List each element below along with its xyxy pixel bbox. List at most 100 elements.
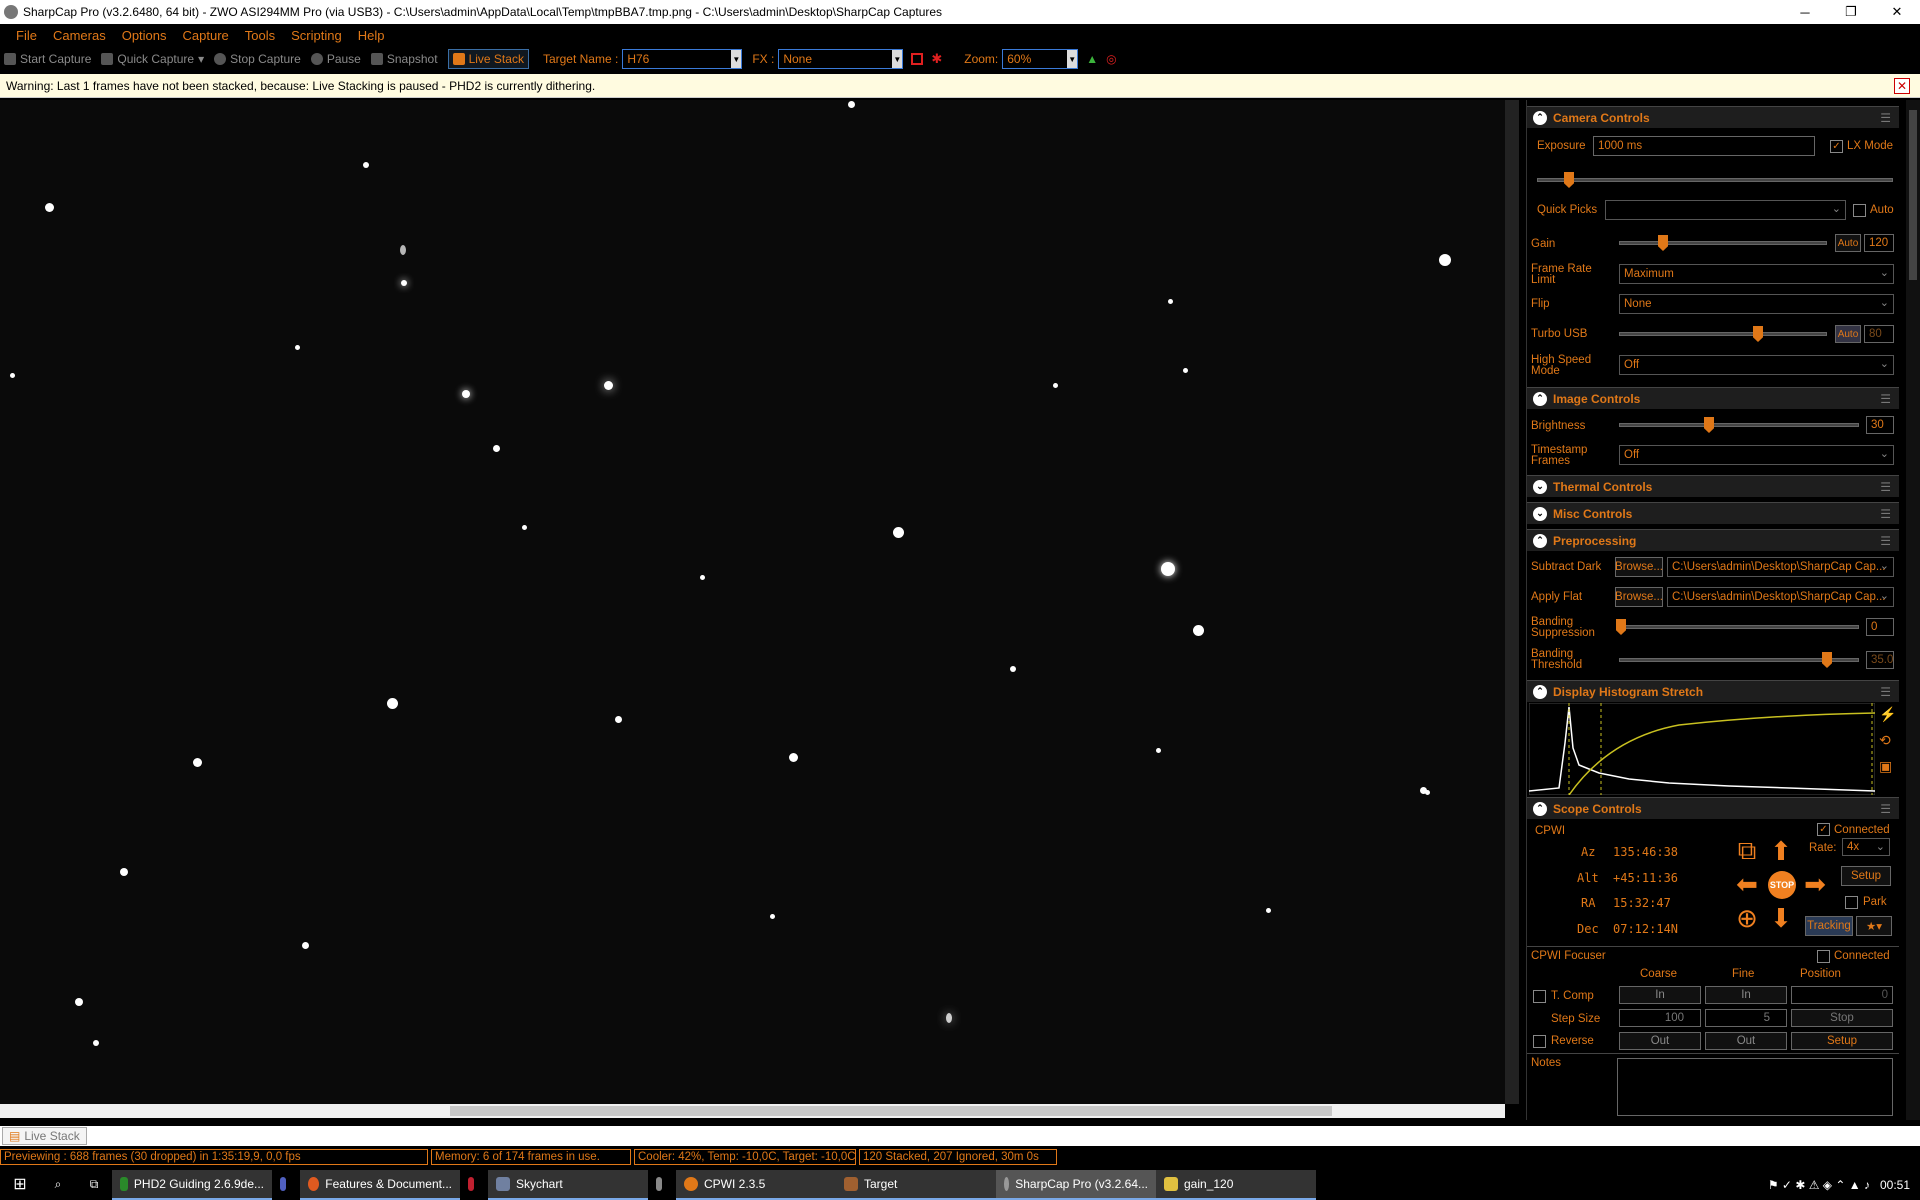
taskbar-skychart[interactable]: Skychart [488,1170,648,1200]
fx-select[interactable]: None ▼ [778,49,904,69]
park-checkbox[interactable] [1845,896,1858,909]
quick-capture-button[interactable]: Quick Capture ▾ [101,52,204,66]
quick-picks-select[interactable] [1605,200,1846,220]
turbo-auto-button[interactable]: Auto [1835,325,1861,343]
histogram-icon[interactable]: ▲ [1086,52,1098,66]
tcomp-checkbox[interactable] [1533,990,1546,1003]
restore-button[interactable]: ❐ [1828,0,1874,24]
arrow-up-icon[interactable]: ⬆ [1768,836,1794,866]
task-view-button[interactable]: ⧉ [76,1170,112,1200]
search-button[interactable]: ⌕ [40,1170,76,1200]
misc-controls-header[interactable]: ⌄ Misc Controls ☰ [1527,502,1899,524]
snapshot-button[interactable]: Snapshot [370,52,438,66]
start-button[interactable]: ⊞ [0,1170,40,1200]
slider-thumb[interactable] [1658,235,1668,251]
menu-scripting[interactable]: Scripting [291,28,342,43]
notes-textarea[interactable] [1617,1058,1893,1116]
cross-icon[interactable]: ✱ [931,51,942,67]
timestamp-frames-select[interactable]: Off [1619,445,1894,465]
reset-icon[interactable]: ⟲ [1879,732,1891,749]
start-capture-button[interactable]: Start Capture [4,52,91,66]
auto-stretch-icon[interactable]: ⚡ [1879,706,1896,723]
viewer-vertical-scrollbar[interactable] [1505,100,1519,1104]
clock[interactable]: 00:51 [1880,1178,1910,1192]
image-controls-header[interactable]: ⌃ Image Controls ☰ [1527,387,1899,409]
menu-icon[interactable]: ☰ [1880,392,1891,406]
zoom-select[interactable]: 60% ▼ [1002,49,1079,69]
stop-button[interactable]: STOP [1768,871,1796,899]
tray-icons[interactable]: ⚑ ✓ ✱ ⚠ ◈ ⌃ ▲ ♪ [1768,1178,1870,1192]
focuser-position-input[interactable]: 0 [1791,986,1893,1004]
auto-checkbox[interactable] [1853,204,1866,217]
high-speed-mode-select[interactable]: Off [1619,355,1894,375]
menu-options[interactable]: Options [122,28,167,43]
scope-connected-checkbox[interactable]: ✓ [1817,823,1830,836]
coarse-in-button[interactable]: In [1619,986,1701,1004]
menu-help[interactable]: Help [358,28,385,43]
arrow-down-icon[interactable]: ⬇ [1768,903,1794,933]
histogram-header[interactable]: ⌃ Display Histogram Stretch ☰ [1527,680,1899,702]
panel-scrollbar[interactable] [1906,100,1920,1120]
taskbar-asi[interactable] [460,1170,488,1200]
banding-suppression-slider[interactable] [1616,619,1859,635]
warning-close-button[interactable]: ✕ [1894,78,1910,94]
stop-capture-button[interactable]: Stop Capture [214,52,301,66]
arrow-left-icon[interactable]: ⬅ [1734,869,1760,899]
flat-file-select[interactable]: C:\Users\admin\Desktop\SharpCap Cap... [1667,587,1894,607]
taskbar-sharpcap[interactable]: SharpCap Pro (v3.2.64... [996,1170,1156,1200]
browse-flat-button[interactable]: Browse... [1615,587,1663,607]
tracking-mode-select[interactable]: ★▾ [1856,916,1892,936]
flip-select[interactable]: None [1619,294,1894,314]
frame-rate-select[interactable]: Maximum [1619,264,1894,284]
banding-suppression-input[interactable]: 0 [1866,618,1894,636]
gain-value-input[interactable]: 120 [1864,234,1894,252]
save-icon[interactable]: ▣ [1879,758,1892,775]
target-name-input[interactable]: H76 ▼ [622,49,743,69]
focuser-connected-checkbox[interactable] [1817,950,1830,963]
scope-controls-header[interactable]: ⌃ Scope Controls ☰ [1527,797,1899,819]
banding-threshold-slider[interactable] [1619,652,1859,668]
menu-tools[interactable]: Tools [245,28,275,43]
taskbar-target[interactable]: Target [836,1170,996,1200]
turbo-value-input[interactable]: 80 [1864,325,1894,343]
histogram-chart[interactable] [1529,703,1875,795]
lx-mode-checkbox[interactable]: ✓ [1830,140,1843,153]
menu-icon[interactable]: ☰ [1880,480,1891,494]
minimize-button[interactable]: ─ [1782,0,1828,24]
menu-capture[interactable]: Capture [183,28,229,43]
brightness-slider[interactable] [1619,417,1859,433]
tracking-button[interactable]: Tracking [1805,916,1853,936]
menu-cameras[interactable]: Cameras [53,28,106,43]
menu-icon[interactable]: ☰ [1880,534,1891,548]
focuser-setup-button[interactable]: Setup [1791,1032,1893,1050]
target-icon[interactable]: ⊕ [1734,903,1760,933]
viewer-horizontal-scrollbar[interactable] [0,1104,1505,1118]
tab-live-stack[interactable]: ▤ Live Stack [2,1127,87,1145]
scroll-thumb[interactable] [450,1106,1332,1116]
taskbar-cpwi[interactable]: CPWI 2.3.5 [676,1170,836,1200]
reticle-icon[interactable]: ◎ [1106,52,1116,66]
brightness-value-input[interactable]: 30 [1866,416,1894,434]
slider-thumb[interactable] [1753,326,1763,342]
fine-out-button[interactable]: Out [1705,1032,1787,1050]
record-icon[interactable] [911,53,924,65]
arrow-right-icon[interactable]: ➡ [1802,869,1828,899]
taskbar-firefox[interactable]: Features & Document... [300,1170,460,1200]
rotate-icon[interactable]: ⧉ [1734,835,1760,865]
coarse-step-input[interactable]: 100 [1619,1009,1701,1027]
thermal-controls-header[interactable]: ⌄ Thermal Controls ☰ [1527,475,1899,497]
gain-auto-button[interactable]: Auto [1835,234,1861,252]
menu-icon[interactable]: ☰ [1880,802,1891,816]
dark-file-select[interactable]: C:\Users\admin\Desktop\SharpCap Cap... [1667,557,1894,577]
scroll-thumb[interactable] [1909,110,1917,280]
coarse-out-button[interactable]: Out [1619,1032,1701,1050]
turbo-usb-slider[interactable] [1619,326,1827,342]
menu-file[interactable]: File [16,28,37,43]
exposure-slider[interactable] [1537,172,1893,188]
slider-thumb[interactable] [1564,172,1574,188]
taskbar-star-app[interactable] [648,1170,676,1200]
image-viewer[interactable] [0,100,1505,1104]
menu-icon[interactable]: ☰ [1880,507,1891,521]
slider-thumb[interactable] [1822,652,1832,668]
camera-controls-header[interactable]: ⌃ Camera Controls ☰ [1527,106,1899,128]
